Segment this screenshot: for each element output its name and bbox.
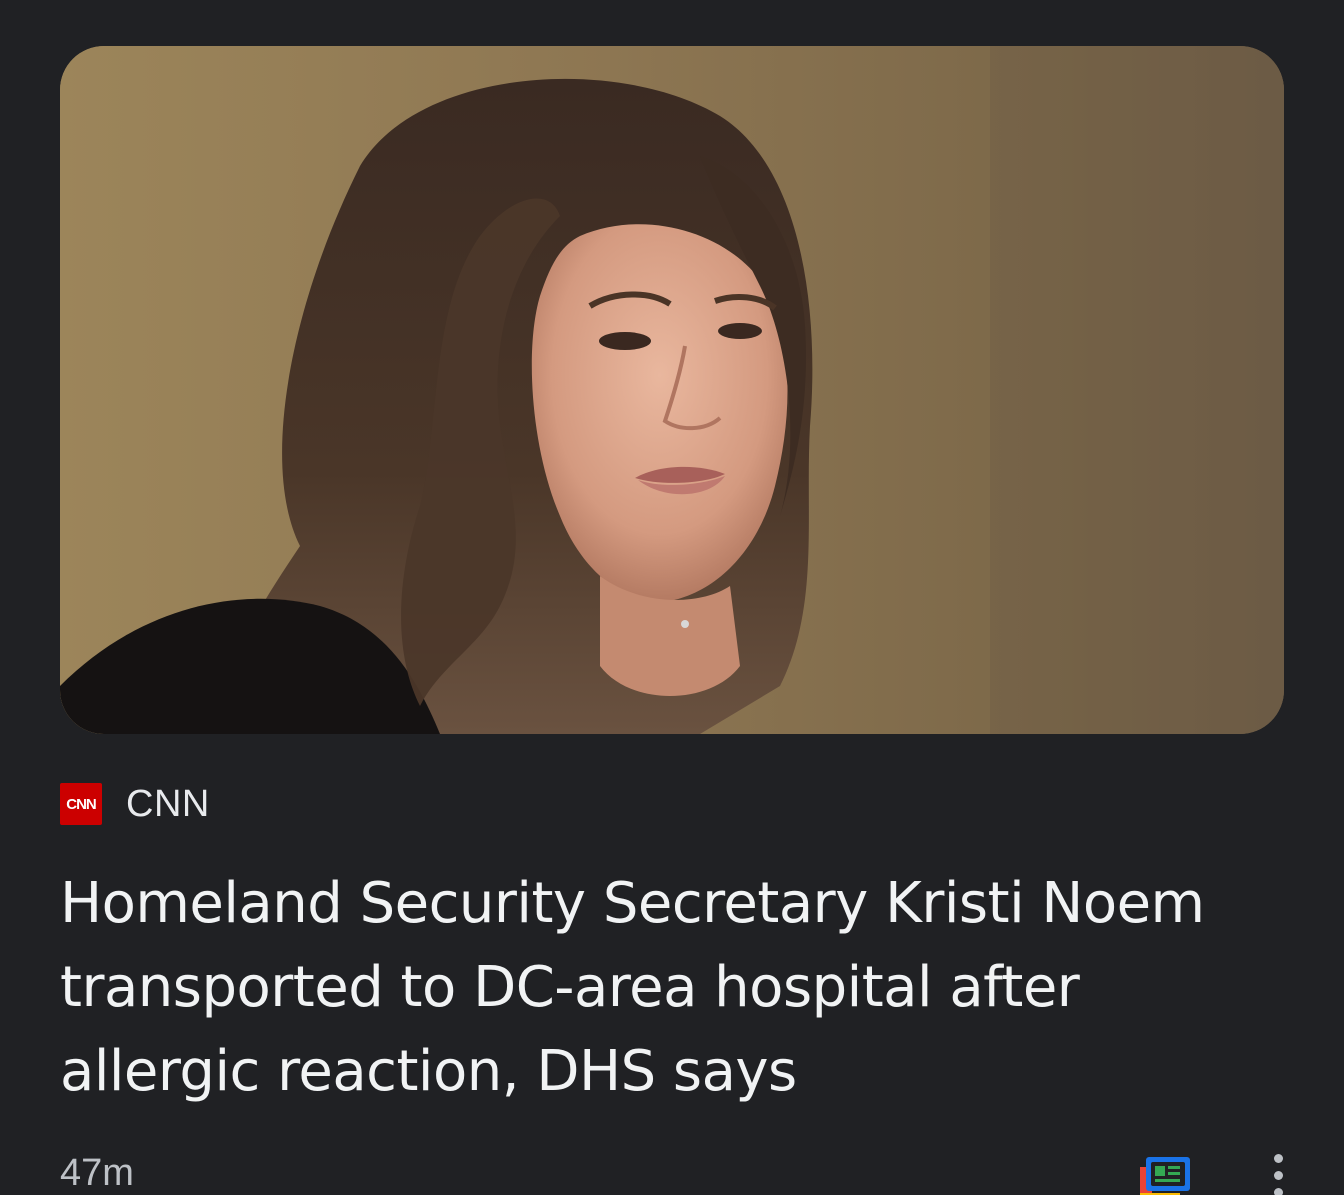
source-name: CNN bbox=[126, 782, 210, 825]
more-dot bbox=[1273, 1171, 1283, 1180]
article-image[interactable] bbox=[60, 46, 1284, 734]
more-dot bbox=[1273, 1188, 1283, 1195]
source-row[interactable]: CNN CNN bbox=[60, 780, 210, 828]
timestamp: 47m bbox=[60, 1152, 134, 1194]
more-vert-icon[interactable] bbox=[1266, 1154, 1290, 1195]
google-news-icon[interactable] bbox=[1138, 1153, 1194, 1195]
more-dot bbox=[1273, 1154, 1283, 1163]
news-card[interactable]: CNN CNN Homeland Security Secretary Kris… bbox=[0, 0, 1344, 1195]
card-footer: 47m bbox=[60, 1148, 1300, 1195]
cnn-logo-icon: CNN bbox=[60, 783, 102, 825]
headline[interactable]: Homeland Security Secretary Kristi Noem … bbox=[60, 862, 1260, 1114]
